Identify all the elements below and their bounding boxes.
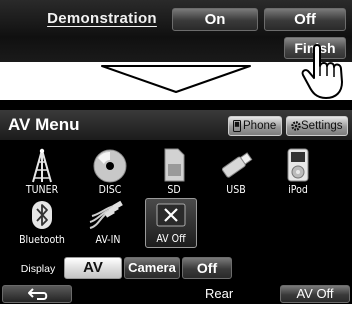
back-arrow-icon	[28, 288, 48, 300]
av-cable-icon	[89, 200, 123, 229]
pointing-hand-icon	[301, 44, 343, 99]
display-av-button[interactable]: AV	[64, 257, 122, 279]
antenna-icon	[32, 148, 52, 183]
source-ipod[interactable]: iPod	[274, 148, 322, 198]
down-arrow-icon	[101, 65, 251, 93]
rear-source-button[interactable]: AV Off	[280, 285, 350, 303]
source-label: SD	[167, 184, 181, 196]
source-usb[interactable]: USB	[212, 148, 260, 198]
source-label: DISC	[98, 184, 122, 196]
demonstration-on-button[interactable]: On	[172, 8, 258, 31]
source-av-in[interactable]: AV-IN	[84, 200, 132, 248]
source-sd[interactable]: SD	[150, 148, 198, 198]
display-camera-button[interactable]: Camera	[124, 257, 180, 279]
source-label: iPod	[288, 184, 308, 196]
usb-icon	[221, 152, 253, 178]
close-icon	[156, 203, 186, 227]
phone-icon	[233, 120, 241, 132]
demonstration-label: Demonstration	[47, 10, 157, 27]
bluetooth-icon	[32, 201, 52, 229]
rear-source-label: Rear Source	[205, 286, 247, 319]
gear-icon	[291, 121, 301, 131]
source-tuner[interactable]: TUNER	[18, 148, 66, 198]
disc-icon	[93, 149, 127, 183]
source-disc[interactable]: DISC	[86, 148, 134, 198]
av-menu-title: AV Menu	[8, 115, 80, 134]
source-label: AV-IN	[95, 234, 121, 246]
ipod-icon	[287, 148, 309, 182]
source-label: AV Off	[156, 233, 186, 245]
source-label: Bluetooth	[19, 234, 65, 246]
source-bluetooth[interactable]: Bluetooth	[18, 200, 66, 248]
display-label: Display	[20, 263, 56, 275]
source-av-off[interactable]: AV Off	[145, 198, 197, 248]
demonstration-off-button[interactable]: Off	[264, 8, 346, 31]
display-off-button[interactable]: Off	[182, 257, 232, 279]
source-label: USB	[226, 184, 246, 196]
sd-card-icon	[164, 148, 185, 182]
source-label: TUNER	[25, 184, 59, 196]
